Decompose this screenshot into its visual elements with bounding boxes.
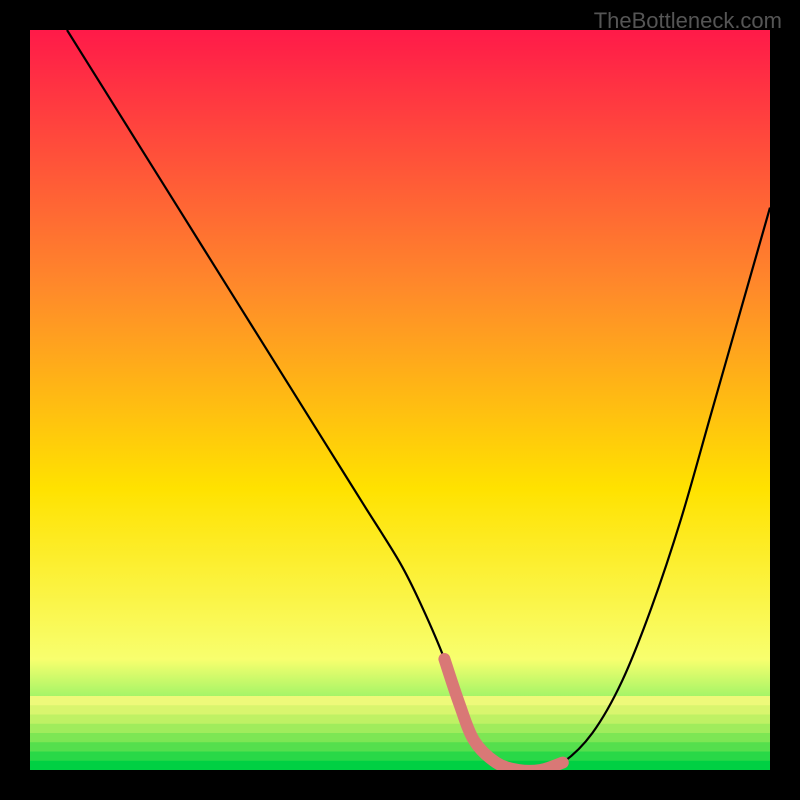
bottom-stripes — [30, 696, 770, 770]
gradient-background — [30, 30, 770, 770]
chart-container: TheBottleneck.com — [0, 0, 800, 800]
plot-area — [30, 30, 770, 770]
chart-svg — [30, 30, 770, 770]
watermark-text: TheBottleneck.com — [594, 8, 782, 34]
